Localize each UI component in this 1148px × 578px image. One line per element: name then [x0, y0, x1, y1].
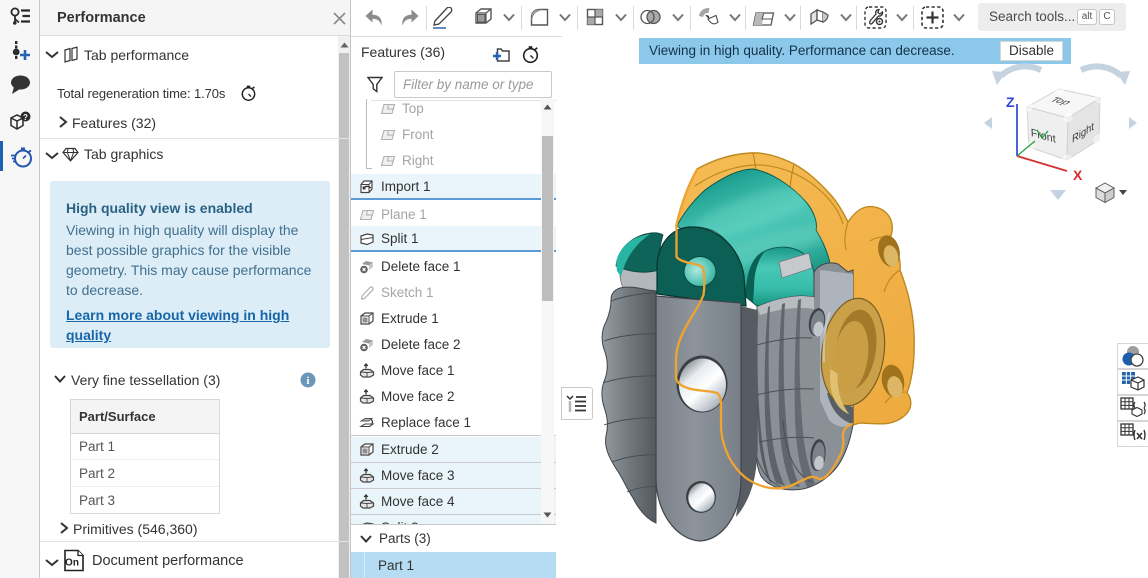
- svg-text:i: i: [306, 375, 309, 387]
- svg-text:Z: Z: [1006, 94, 1015, 110]
- svg-text:X: X: [1073, 167, 1083, 183]
- svg-text:?: ?: [23, 113, 28, 122]
- svg-text:On: On: [65, 558, 79, 569]
